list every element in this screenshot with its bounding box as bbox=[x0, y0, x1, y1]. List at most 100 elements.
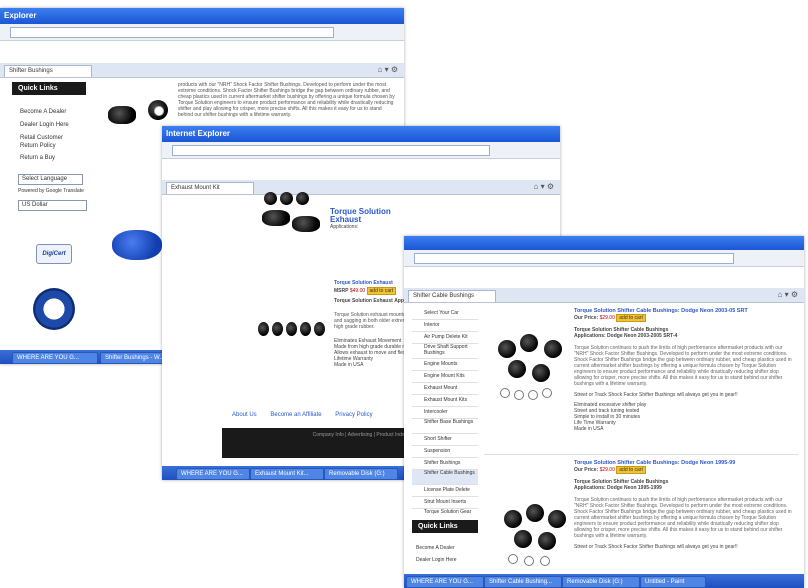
product-applications: Applications: Dodge Neon 1995-1999 bbox=[574, 485, 662, 491]
exhaust-mount-image bbox=[300, 322, 311, 336]
taskbar-item[interactable]: WHERE ARE YOU G... bbox=[176, 468, 250, 480]
toolbar-icons[interactable]: ⌂ ▾ ⚙ bbox=[778, 290, 798, 299]
clip-ring-image bbox=[528, 390, 538, 400]
taskbar-item[interactable]: Removable Disk (G:) bbox=[562, 576, 640, 588]
nav-item[interactable]: Suspension bbox=[412, 446, 478, 458]
product-heading: Torque Solution Exhaust bbox=[330, 207, 391, 224]
shifter-cable-bushing-image bbox=[548, 510, 566, 528]
footer-link-affiliate[interactable]: Become an Affiliate bbox=[270, 412, 321, 418]
product-price: $29.00 bbox=[599, 315, 615, 321]
shifter-cable-bushing-image bbox=[520, 334, 538, 352]
product-price: $29.00 bbox=[599, 467, 615, 473]
exhaust-mount-image bbox=[314, 322, 325, 336]
address-bar bbox=[404, 250, 804, 267]
nav-item[interactable]: License Plate Delete bbox=[412, 485, 478, 497]
language-select[interactable]: Select Language bbox=[18, 174, 83, 185]
bushing-ring-image bbox=[154, 106, 164, 116]
product-block: Torque Solution Shifter Cable Bushings: … bbox=[574, 308, 796, 432]
shifter-cable-bushing-image bbox=[514, 530, 532, 548]
category-nav: Select Your Car Interior Air Pump Delete… bbox=[412, 308, 478, 524]
sidebar-link-return-policy[interactable]: Retail Customer Return Policy bbox=[20, 134, 82, 150]
nav-item[interactable]: Exhaust Mount Kits bbox=[412, 395, 478, 407]
product-applications: Applications: bbox=[330, 224, 359, 230]
browser-window-shifter-cable-bushings: Shifter Cable Bushings ⌂ ▾ ⚙ Select Your… bbox=[404, 236, 804, 588]
secure-badge: DigiCert bbox=[36, 244, 72, 264]
product-block: Torque Solution Shifter Cable Bushings: … bbox=[574, 460, 796, 550]
nav-item[interactable]: Engine Mount Kits bbox=[412, 371, 478, 383]
product-summary: Torque Solution Exhaust Applications: bbox=[330, 207, 420, 231]
tab-exhaust-mount-kit[interactable]: Exhaust Mount Kit bbox=[166, 182, 254, 194]
quick-links-heading: Quick Links bbox=[412, 520, 478, 533]
sidebar-link-become-dealer[interactable]: Become A Dealer bbox=[416, 544, 455, 552]
taskbar-item[interactable]: Shifter Cable Bushing... bbox=[484, 576, 562, 588]
nav-item[interactable]: Intercooler bbox=[412, 407, 478, 419]
nav-item[interactable]: Air Pump Delete Kit bbox=[412, 332, 478, 344]
nav-item[interactable]: Engine Mounts bbox=[412, 359, 478, 371]
toolbar-icons[interactable]: ⌂ ▾ ⚙ bbox=[378, 65, 398, 74]
add-to-cart-button[interactable]: add to cart bbox=[366, 287, 397, 295]
product-description: products with our "NRH" Shock Factor Shi… bbox=[178, 82, 395, 118]
clip-ring-image bbox=[540, 556, 550, 566]
sidebar-link-become-dealer[interactable]: Become A Dealer bbox=[20, 108, 66, 116]
shifter-cable-bushing-image bbox=[508, 360, 526, 378]
feature-item: Made in USA bbox=[574, 426, 604, 432]
nav-item[interactable]: Drive Shaft Support Bushings bbox=[412, 344, 478, 359]
product-price-row: Our Price: $29.00 add to cart bbox=[574, 314, 796, 322]
toolbar-icons[interactable]: ⌂ ▾ ⚙ bbox=[534, 182, 554, 191]
taskbar-item[interactable]: WHERE ARE YOU G... bbox=[406, 576, 484, 588]
currency-select[interactable]: US Dollar bbox=[18, 200, 87, 211]
nav-item[interactable]: Shifter Base Bushings bbox=[412, 419, 478, 434]
tab-shifter-cable-bushings[interactable]: Shifter Cable Bushings bbox=[408, 290, 496, 302]
taskbar-item[interactable]: Exhaust Mount Kit... bbox=[250, 468, 324, 480]
nav-item[interactable]: Short Shifter bbox=[412, 434, 478, 446]
sidebar-link-dealer-login[interactable]: Dealer Login Here bbox=[416, 556, 457, 564]
clip-ring-image bbox=[500, 388, 510, 398]
add-to-cart-button[interactable]: add to cart bbox=[616, 466, 646, 474]
footer-link-about[interactable]: About Us bbox=[232, 412, 257, 418]
window-titlebar[interactable]: Explorer bbox=[0, 8, 404, 24]
add-to-cart-button[interactable]: add to cart bbox=[616, 314, 646, 322]
exhaust-mount-image bbox=[272, 322, 283, 336]
shifter-cable-bushing-image bbox=[538, 532, 556, 550]
sidebar-link-dealer-login[interactable]: Dealer Login Here bbox=[20, 121, 69, 129]
product-description: Torque Solution continues to push the li… bbox=[574, 345, 792, 387]
address-bar bbox=[162, 142, 560, 159]
taskbar-item[interactable]: WHERE ARE YOU G... bbox=[12, 352, 98, 364]
address-bar bbox=[0, 24, 404, 41]
shifter-cable-bushing-image bbox=[498, 340, 516, 358]
taskbar-item[interactable]: Removable Disk (G:) bbox=[324, 468, 398, 480]
shifter-cable-bushing-image bbox=[532, 364, 550, 382]
product-tagline: Street or Track Shock Factor Shifter Bus… bbox=[574, 544, 738, 550]
product-price: $49.00 bbox=[349, 288, 366, 294]
feature-list: Eliminated excessive shifter play Street… bbox=[574, 402, 796, 432]
window-titlebar[interactable]: Internet Explorer bbox=[162, 126, 560, 142]
nav-item[interactable]: Strut Mount Inserts bbox=[412, 497, 478, 509]
footer-link-privacy[interactable]: Privacy Policy bbox=[335, 412, 372, 418]
address-input[interactable] bbox=[10, 27, 334, 38]
nav-item[interactable]: Select Your Car bbox=[412, 308, 478, 320]
clip-ring-image bbox=[514, 390, 524, 400]
clip-ring-image bbox=[524, 556, 534, 566]
nav-item[interactable]: Interior bbox=[412, 320, 478, 332]
address-input[interactable] bbox=[414, 253, 734, 264]
seal-badge bbox=[33, 288, 75, 330]
blue-bushing-image bbox=[112, 230, 162, 260]
clip-ring-image bbox=[542, 388, 552, 398]
shifter-cable-bushing-image bbox=[526, 504, 544, 522]
divider bbox=[484, 454, 798, 455]
clip-ring-image bbox=[508, 554, 518, 564]
tab-shifter-bushings[interactable]: Shifter Bushings bbox=[4, 65, 92, 77]
product-tagline: Street or Track Shock Factor Shifter Bus… bbox=[574, 392, 738, 398]
nav-item[interactable]: Exhaust Mount bbox=[412, 383, 478, 395]
product-description: Torque Solution continues to push the li… bbox=[574, 497, 792, 539]
window-titlebar[interactable] bbox=[404, 236, 804, 250]
exhaust-mount-image bbox=[286, 322, 297, 336]
nav-item[interactable]: Shifter Bushings bbox=[412, 458, 478, 470]
tab-strip: Shifter Bushings ⌂ ▾ ⚙ bbox=[0, 63, 404, 78]
sidebar-link-return-a-buy[interactable]: Return a Buy bbox=[20, 154, 55, 162]
exhaust-mount-image bbox=[258, 322, 269, 336]
nav-item-active[interactable]: Shifter Cable Bushings bbox=[412, 470, 478, 485]
taskbar-item[interactable]: Untitled - Paint bbox=[640, 576, 706, 588]
address-input[interactable] bbox=[172, 145, 490, 156]
exhaust-mount-image bbox=[292, 216, 320, 232]
